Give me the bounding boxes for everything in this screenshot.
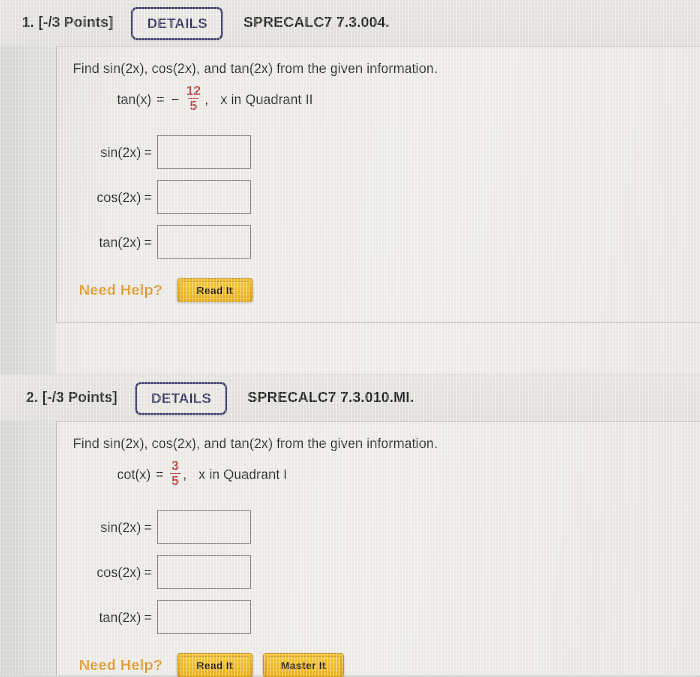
problem-2-tan-label: tan(2x) <box>98 609 141 625</box>
problem-1-given-equals: = <box>156 91 165 107</box>
problem-2-sin-equals: = <box>144 519 152 535</box>
problem-1-help-row: Need Help? Read It <box>57 278 700 303</box>
problem-1-answer-row-sin: sin(2x) = <box>57 135 700 170</box>
problem-2-need-help-label: Need Help? <box>79 656 163 674</box>
problem-2-number: 2. <box>26 390 39 406</box>
problem-1-given-fraction: 12 5 <box>184 84 202 112</box>
problem-2-sin-input[interactable] <box>157 510 251 545</box>
problem-2-given: cot(x) = 3 5 , x in Quadrant I <box>57 451 700 488</box>
problem-1-read-it-label: Read It <box>179 281 250 303</box>
problem-1-given-denominator: 5 <box>187 97 200 113</box>
problem-1-answer-row-tan: tan(2x) = <box>57 225 700 260</box>
problem-1-sin-input[interactable] <box>157 135 251 170</box>
problem-2-given-quadrant: x in Quadrant I <box>198 466 288 482</box>
problem-2-help-row: Need Help? Read It Master It <box>57 653 700 677</box>
problem-1-given-function: tan(x) <box>117 91 152 107</box>
scanned-page: 1. [-/3 Points] DETAILS SPRECALC7 7.3.00… <box>0 0 700 677</box>
problem-2-given-comma: , <box>182 466 187 482</box>
problem-2-question-text: Find sin(2x), cos(2x), and tan(2x) from … <box>73 436 438 451</box>
problem-2-answer-row-cos: cos(2x) = <box>57 555 700 590</box>
problem-2-code: SPRECALC7 7.3.010.MI. <box>247 390 414 406</box>
problem-1-given: tan(x) = − 12 5 , x in Quadrant II <box>57 76 700 113</box>
problem-1-need-help-label: Need Help? <box>79 281 163 299</box>
problem-2-tan-input[interactable] <box>157 600 251 635</box>
problem-1-sin-label: sin(2x) <box>100 144 141 160</box>
problem-2-question: Find sin(2x), cos(2x), and tan(2x) from … <box>57 422 700 451</box>
problem-2-cos-input[interactable] <box>157 555 251 590</box>
problem-1-answer-row-cos: cos(2x) = <box>57 180 700 215</box>
problem-1-given-comma: , <box>204 91 209 107</box>
problem-1-sin-equals: = <box>144 144 152 160</box>
problem-1-read-it-button[interactable]: Read It <box>176 278 253 303</box>
problem-2-read-it-button[interactable]: Read It <box>176 653 253 677</box>
problem-1-points: [-/3 Points] <box>38 15 114 31</box>
problem-2-given-denominator: 5 <box>169 472 181 488</box>
problem-2-tan-equals: = <box>144 609 152 625</box>
problem-2-given-numerator: 3 <box>171 458 179 473</box>
problem-1-question: Find sin(2x), cos(2x), and tan(2x) from … <box>57 47 700 76</box>
problem-2-master-it-button[interactable]: Master It <box>262 653 344 677</box>
problem-1-body: Find sin(2x), cos(2x), and tan(2x) from … <box>56 46 700 323</box>
problem-2-master-it-label: Master It <box>265 656 341 677</box>
problem-2-answer-row-tan: tan(2x) = <box>57 600 700 635</box>
problem-2-answer-row-sin: sin(2x) = <box>57 510 700 545</box>
problem-2-given-fraction: 3 5 <box>169 458 181 488</box>
problem-1-tan-label: tan(2x) <box>98 234 141 250</box>
problem-2-given-function: cot(x) <box>117 466 151 482</box>
problem-2-header: 2. [-/3 Points] DETAILS SPRECALC7 7.3.01… <box>0 375 700 421</box>
problem-1-cos-input[interactable] <box>157 180 251 215</box>
problem-2-body: Find sin(2x), cos(2x), and tan(2x) from … <box>56 421 700 677</box>
problem-2-sin-label: sin(2x) <box>100 519 141 535</box>
problem-2-given-equals: = <box>155 466 164 482</box>
problem-1-given-sign: − <box>171 91 180 107</box>
problem-2-cos-equals: = <box>144 564 152 580</box>
problem-1: 1. [-/3 Points] DETAILS SPRECALC7 7.3.00… <box>0 0 700 323</box>
problem-1-question-text: Find sin(2x), cos(2x), and tan(2x) from … <box>73 61 438 76</box>
problem-1-cos-equals: = <box>144 189 152 205</box>
problem-1-tan-input[interactable] <box>157 225 251 260</box>
problem-1-tan-equals: = <box>144 234 152 250</box>
problem-1-code: SPRECALC7 7.3.004. <box>243 15 390 31</box>
problem-1-cos-label: cos(2x) <box>96 189 141 205</box>
problem-2-cos-label: cos(2x) <box>96 564 141 580</box>
problem-2-details-button[interactable]: DETAILS <box>135 381 228 415</box>
problem-1-given-quadrant: x in Quadrant II <box>220 91 313 107</box>
problem-1-header: 1. [-/3 Points] DETAILS SPRECALC7 7.3.00… <box>0 0 700 46</box>
problem-1-given-numerator: 12 <box>186 83 201 98</box>
problem-2-points: [-/3 Points] <box>42 390 118 406</box>
problem-1-details-button[interactable]: DETAILS <box>131 6 224 40</box>
problem-1-number: 1. <box>22 15 35 31</box>
problem-2-read-it-label: Read It <box>179 656 250 677</box>
problem-2: 2. [-/3 Points] DETAILS SPRECALC7 7.3.01… <box>0 375 700 677</box>
